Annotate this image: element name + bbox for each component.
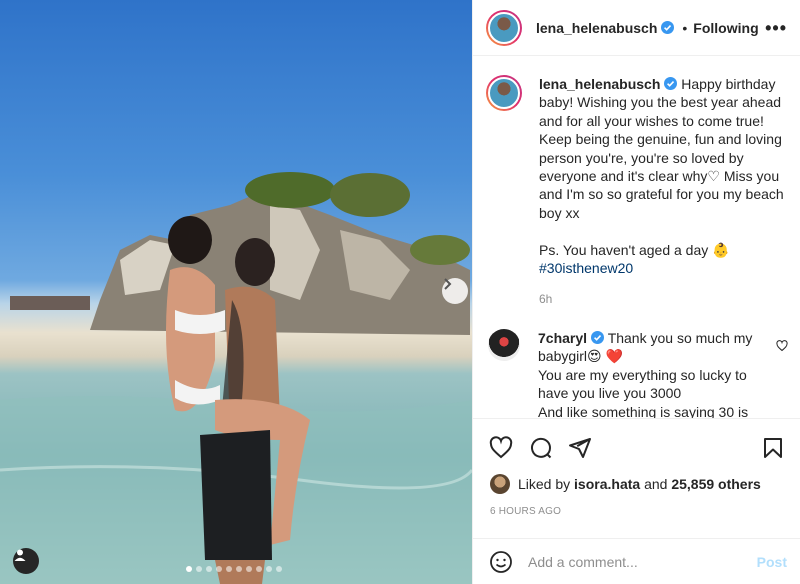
carousel-dot: [206, 566, 212, 572]
caption: lena_helenabusch Happy birthday baby! Wi…: [486, 75, 786, 277]
heart-icon[interactable]: [489, 436, 513, 460]
carousel-dot: [266, 566, 272, 572]
likes-summary: Liked by isora.hata and 25,859 others: [490, 474, 761, 494]
carousel-dot: [226, 566, 232, 572]
comment-input[interactable]: [528, 553, 748, 570]
commenter-username[interactable]: 7charyl: [538, 330, 587, 346]
carousel-dot: [186, 566, 192, 572]
verified-badge-icon: [591, 331, 605, 344]
smiley-icon[interactable]: [489, 550, 513, 574]
send-icon[interactable]: [568, 436, 592, 460]
comment-like-heart-icon[interactable]: [776, 340, 788, 352]
more-options-button[interactable]: •••: [765, 18, 787, 39]
caption-time[interactable]: 6h: [539, 292, 552, 306]
carousel-dot: [256, 566, 262, 572]
following-button[interactable]: Following: [693, 20, 758, 36]
post-timestamp[interactable]: 6 HOURS AGO: [490, 506, 561, 517]
carousel-dot: [196, 566, 202, 572]
caption-body: Happy birthday baby! Wishing you the bes…: [539, 76, 784, 221]
caption-username[interactable]: lena_helenabusch: [539, 76, 660, 92]
verified-badge-icon: [661, 21, 675, 34]
likes-conj: and: [644, 476, 668, 492]
caption-text: lena_helenabusch Happy birthday baby! Wi…: [539, 75, 785, 277]
follow-separator: •: [682, 19, 688, 36]
bookmark-icon[interactable]: [761, 436, 785, 460]
hashtag-link[interactable]: #30isthenew20: [539, 260, 633, 276]
user-icon: [14, 549, 26, 561]
carousel-indicator: [186, 566, 282, 572]
carousel-dot: [276, 566, 282, 572]
carousel-next-button[interactable]: [442, 278, 468, 304]
verified-badge-icon: [664, 77, 678, 90]
post-comment-button[interactable]: Post: [757, 554, 787, 570]
comment-line-3: And like something is saying 30 is: [538, 403, 749, 418]
comments-list[interactable]: lena_helenabusch Happy birthday baby! Wi…: [473, 56, 800, 418]
post-photo[interactable]: [0, 0, 472, 584]
post-header: lena_helenabusch • Following •••: [473, 0, 800, 56]
liker-username[interactable]: isora.hata: [574, 476, 640, 492]
author-username[interactable]: lena_helenabusch: [536, 20, 657, 36]
post-actions: [473, 418, 800, 474]
liker-avatar[interactable]: [490, 474, 510, 494]
carousel-dot: [236, 566, 242, 572]
caption-ps: Ps. You haven't aged a day 👶: [539, 241, 730, 258]
likes-count-link[interactable]: 25,859 others: [671, 476, 761, 492]
add-comment-bar: Post: [473, 538, 800, 584]
photo-scene: [0, 172, 472, 584]
comment-item: 7charyl Thank you so much my babygirl😍 ❤…: [488, 329, 788, 418]
chevron-right-icon: [444, 278, 452, 290]
commenter-avatar[interactable]: [488, 329, 520, 361]
comment-icon[interactable]: [529, 436, 553, 460]
comment-line-2: You are my everything so lucky to have y…: [538, 366, 747, 402]
post-side-panel: lena_helenabusch • Following ••• lena_he…: [472, 0, 800, 584]
carousel-dot: [246, 566, 252, 572]
tagged-users-button[interactable]: [13, 548, 39, 574]
likes-prefix: Liked by: [518, 476, 571, 492]
comment-text: 7charyl Thank you so much my babygirl😍 ❤…: [538, 329, 758, 418]
author-avatar[interactable]: [486, 9, 522, 46]
caption-author-avatar[interactable]: [486, 75, 522, 111]
carousel-dot: [216, 566, 222, 572]
